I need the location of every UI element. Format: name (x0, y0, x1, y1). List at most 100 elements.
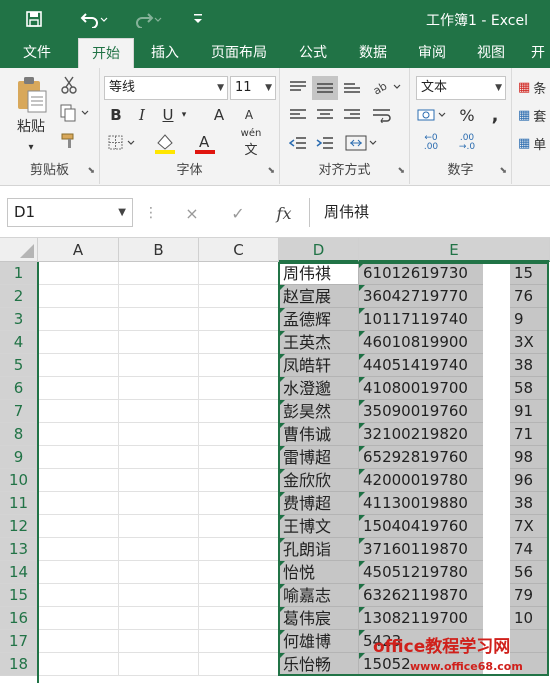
empty-cell[interactable] (38, 354, 119, 377)
chevron-down-icon[interactable]: ▾ (16, 140, 46, 154)
empty-cell[interactable] (38, 538, 119, 561)
empty-cell[interactable] (38, 469, 119, 492)
row-header[interactable]: 5 (0, 354, 38, 377)
tab-developer[interactable]: 开 (526, 38, 550, 68)
empty-cell[interactable] (38, 377, 119, 400)
column-header-b[interactable]: B (119, 238, 199, 262)
align-center-icon[interactable] (312, 104, 338, 126)
row-header[interactable]: 7 (0, 400, 38, 423)
tab-review[interactable]: 审阅 (407, 38, 457, 68)
empty-cell[interactable] (199, 446, 279, 469)
empty-cell[interactable] (199, 400, 279, 423)
tab-page-layout[interactable]: 页面布局 (200, 38, 278, 68)
row-header[interactable]: 15 (0, 584, 38, 607)
empty-cell[interactable] (119, 377, 199, 400)
currency-icon[interactable] (416, 104, 450, 126)
underline-button[interactable]: U (158, 104, 178, 126)
paste-label[interactable]: 粘贴 (8, 116, 54, 136)
empty-cell[interactable] (38, 561, 119, 584)
phonetic-guide-icon[interactable]: wén 文 (238, 128, 264, 158)
empty-cell[interactable] (38, 262, 119, 285)
empty-cell[interactable] (119, 561, 199, 584)
empty-cell[interactable] (38, 492, 119, 515)
row-header[interactable]: 17 (0, 630, 38, 653)
column-header-c[interactable]: C (199, 238, 279, 262)
empty-cell[interactable] (199, 423, 279, 446)
enter-icon[interactable]: ✓ (226, 201, 250, 225)
empty-cell[interactable] (199, 377, 279, 400)
empty-cell[interactable] (119, 653, 199, 676)
comma-button[interactable]: , (484, 104, 506, 126)
tab-file[interactable]: 文件 (8, 38, 66, 68)
chevron-down-icon[interactable]: ▼ (265, 77, 272, 99)
row-header[interactable]: 11 (0, 492, 38, 515)
row-header[interactable]: 16 (0, 607, 38, 630)
bold-button[interactable]: B (106, 104, 126, 126)
column-header-a[interactable]: A (38, 238, 119, 262)
conditional-formatting-button[interactable]: ▦ 条 (518, 76, 550, 98)
row-header[interactable]: 13 (0, 538, 38, 561)
empty-cell[interactable] (119, 331, 199, 354)
orientation-icon[interactable]: ab (370, 76, 404, 98)
empty-cell[interactable] (199, 308, 279, 331)
align-top-icon[interactable] (286, 76, 310, 98)
empty-cell[interactable] (119, 400, 199, 423)
fill-color-icon[interactable] (152, 130, 178, 156)
percent-button[interactable]: % (456, 104, 478, 126)
empty-cell[interactable] (38, 446, 119, 469)
empty-cell[interactable] (119, 308, 199, 331)
increase-indent-icon[interactable] (312, 132, 338, 154)
tab-data[interactable]: 数据 (347, 38, 399, 68)
insert-function-icon[interactable]: fx (270, 201, 298, 225)
font-size-combo[interactable]: 11 ▼ (230, 76, 276, 100)
cancel-icon[interactable]: × (180, 201, 204, 225)
row-header[interactable]: 4 (0, 331, 38, 354)
empty-cell[interactable] (119, 423, 199, 446)
empty-cell[interactable] (199, 285, 279, 308)
align-right-icon[interactable] (340, 104, 364, 126)
empty-cell[interactable] (199, 515, 279, 538)
empty-cell[interactable] (38, 400, 119, 423)
empty-cell[interactable] (199, 630, 279, 653)
empty-cell[interactable] (119, 538, 199, 561)
empty-cell[interactable] (38, 331, 119, 354)
empty-cell[interactable] (38, 653, 119, 676)
chevron-down-icon[interactable]: ▾ (178, 104, 190, 126)
row-header[interactable]: 3 (0, 308, 38, 331)
font-color-icon[interactable]: A (192, 130, 218, 156)
empty-cell[interactable] (119, 446, 199, 469)
row-header[interactable]: 12 (0, 515, 38, 538)
copy-icon[interactable] (58, 102, 92, 124)
empty-cell[interactable] (199, 538, 279, 561)
save-icon[interactable] (20, 6, 48, 32)
row-header[interactable]: 8 (0, 423, 38, 446)
empty-cell[interactable] (38, 515, 119, 538)
empty-cell[interactable] (199, 492, 279, 515)
empty-cell[interactable] (38, 423, 119, 446)
empty-cell[interactable] (119, 354, 199, 377)
empty-cell[interactable] (199, 331, 279, 354)
align-left-icon[interactable] (286, 104, 310, 126)
empty-cell[interactable] (119, 630, 199, 653)
empty-cell[interactable] (199, 653, 279, 676)
row-header[interactable]: 2 (0, 285, 38, 308)
row-header[interactable]: 9 (0, 446, 38, 469)
dialog-launcher-icon[interactable]: ⬊ (267, 166, 275, 176)
empty-cell[interactable] (38, 308, 119, 331)
tab-formulas[interactable]: 公式 (288, 38, 338, 68)
decrease-indent-icon[interactable] (286, 132, 310, 154)
chevron-down-icon[interactable]: ▼ (118, 199, 126, 226)
borders-icon[interactable] (106, 132, 138, 154)
chevron-down-icon[interactable]: ▼ (217, 77, 224, 99)
paste-icon[interactable] (10, 74, 52, 114)
row-header[interactable]: 6 (0, 377, 38, 400)
row-header[interactable]: 10 (0, 469, 38, 492)
font-name-combo[interactable]: 等线 ▼ (104, 76, 228, 100)
empty-cell[interactable] (38, 630, 119, 653)
wrap-text-icon[interactable] (370, 104, 394, 126)
empty-cell[interactable] (38, 584, 119, 607)
empty-cell[interactable] (199, 469, 279, 492)
empty-cell[interactable] (199, 607, 279, 630)
redo-icon[interactable] (128, 6, 168, 32)
select-all-corner[interactable] (0, 238, 38, 262)
